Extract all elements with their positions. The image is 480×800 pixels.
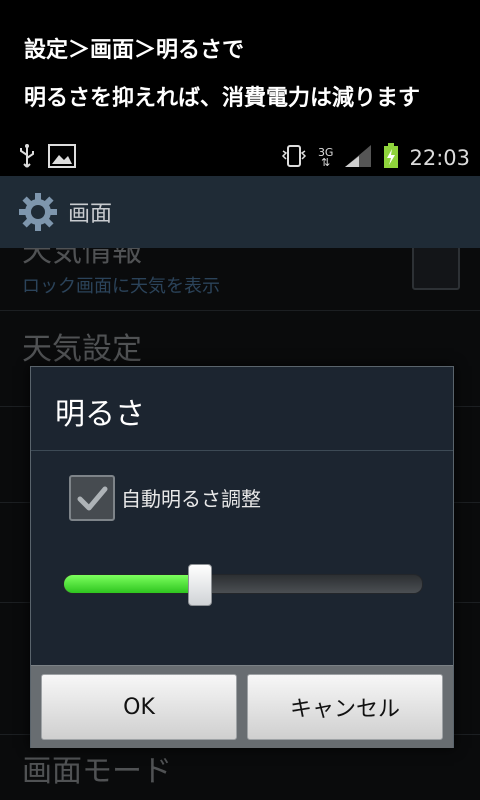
- gear-icon: [18, 192, 58, 232]
- brightness-slider-track[interactable]: [63, 574, 423, 594]
- caption-line-2: 明るさを抑えれば、消費電力は減ります: [24, 86, 421, 111]
- title-bar: 画面: [0, 176, 480, 249]
- battery-charging-icon: [383, 143, 399, 173]
- dialog-button-bar: OK キャンセル: [31, 665, 453, 748]
- auto-brightness-label: 自動明るさ調整: [121, 487, 261, 511]
- image-icon: [48, 144, 76, 172]
- cancel-button[interactable]: キャンセル: [247, 674, 443, 740]
- page-title: 画面: [68, 202, 113, 227]
- brightness-slider-thumb[interactable]: [188, 564, 212, 606]
- checkmark-icon: [77, 486, 108, 511]
- usb-icon: [18, 143, 36, 173]
- network-3g-icon: 3G ⇅: [317, 146, 334, 169]
- brightness-slider-fill: [64, 575, 201, 593]
- vibrate-icon: [280, 143, 308, 173]
- ok-button[interactable]: OK: [41, 674, 237, 740]
- signal-icon: [343, 143, 373, 173]
- dialog-divider: [31, 450, 453, 451]
- caption-line-1: 設定＞画面＞明るさで: [24, 38, 245, 63]
- status-clock: 22:03: [409, 146, 470, 170]
- status-bar: 3G ⇅ 22:03: [0, 140, 480, 176]
- auto-brightness-checkbox[interactable]: [69, 475, 115, 521]
- brightness-dialog: 明るさ 自動明るさ調整 OK キャンセル: [30, 366, 454, 748]
- dialog-title: 明るさ: [55, 397, 145, 432]
